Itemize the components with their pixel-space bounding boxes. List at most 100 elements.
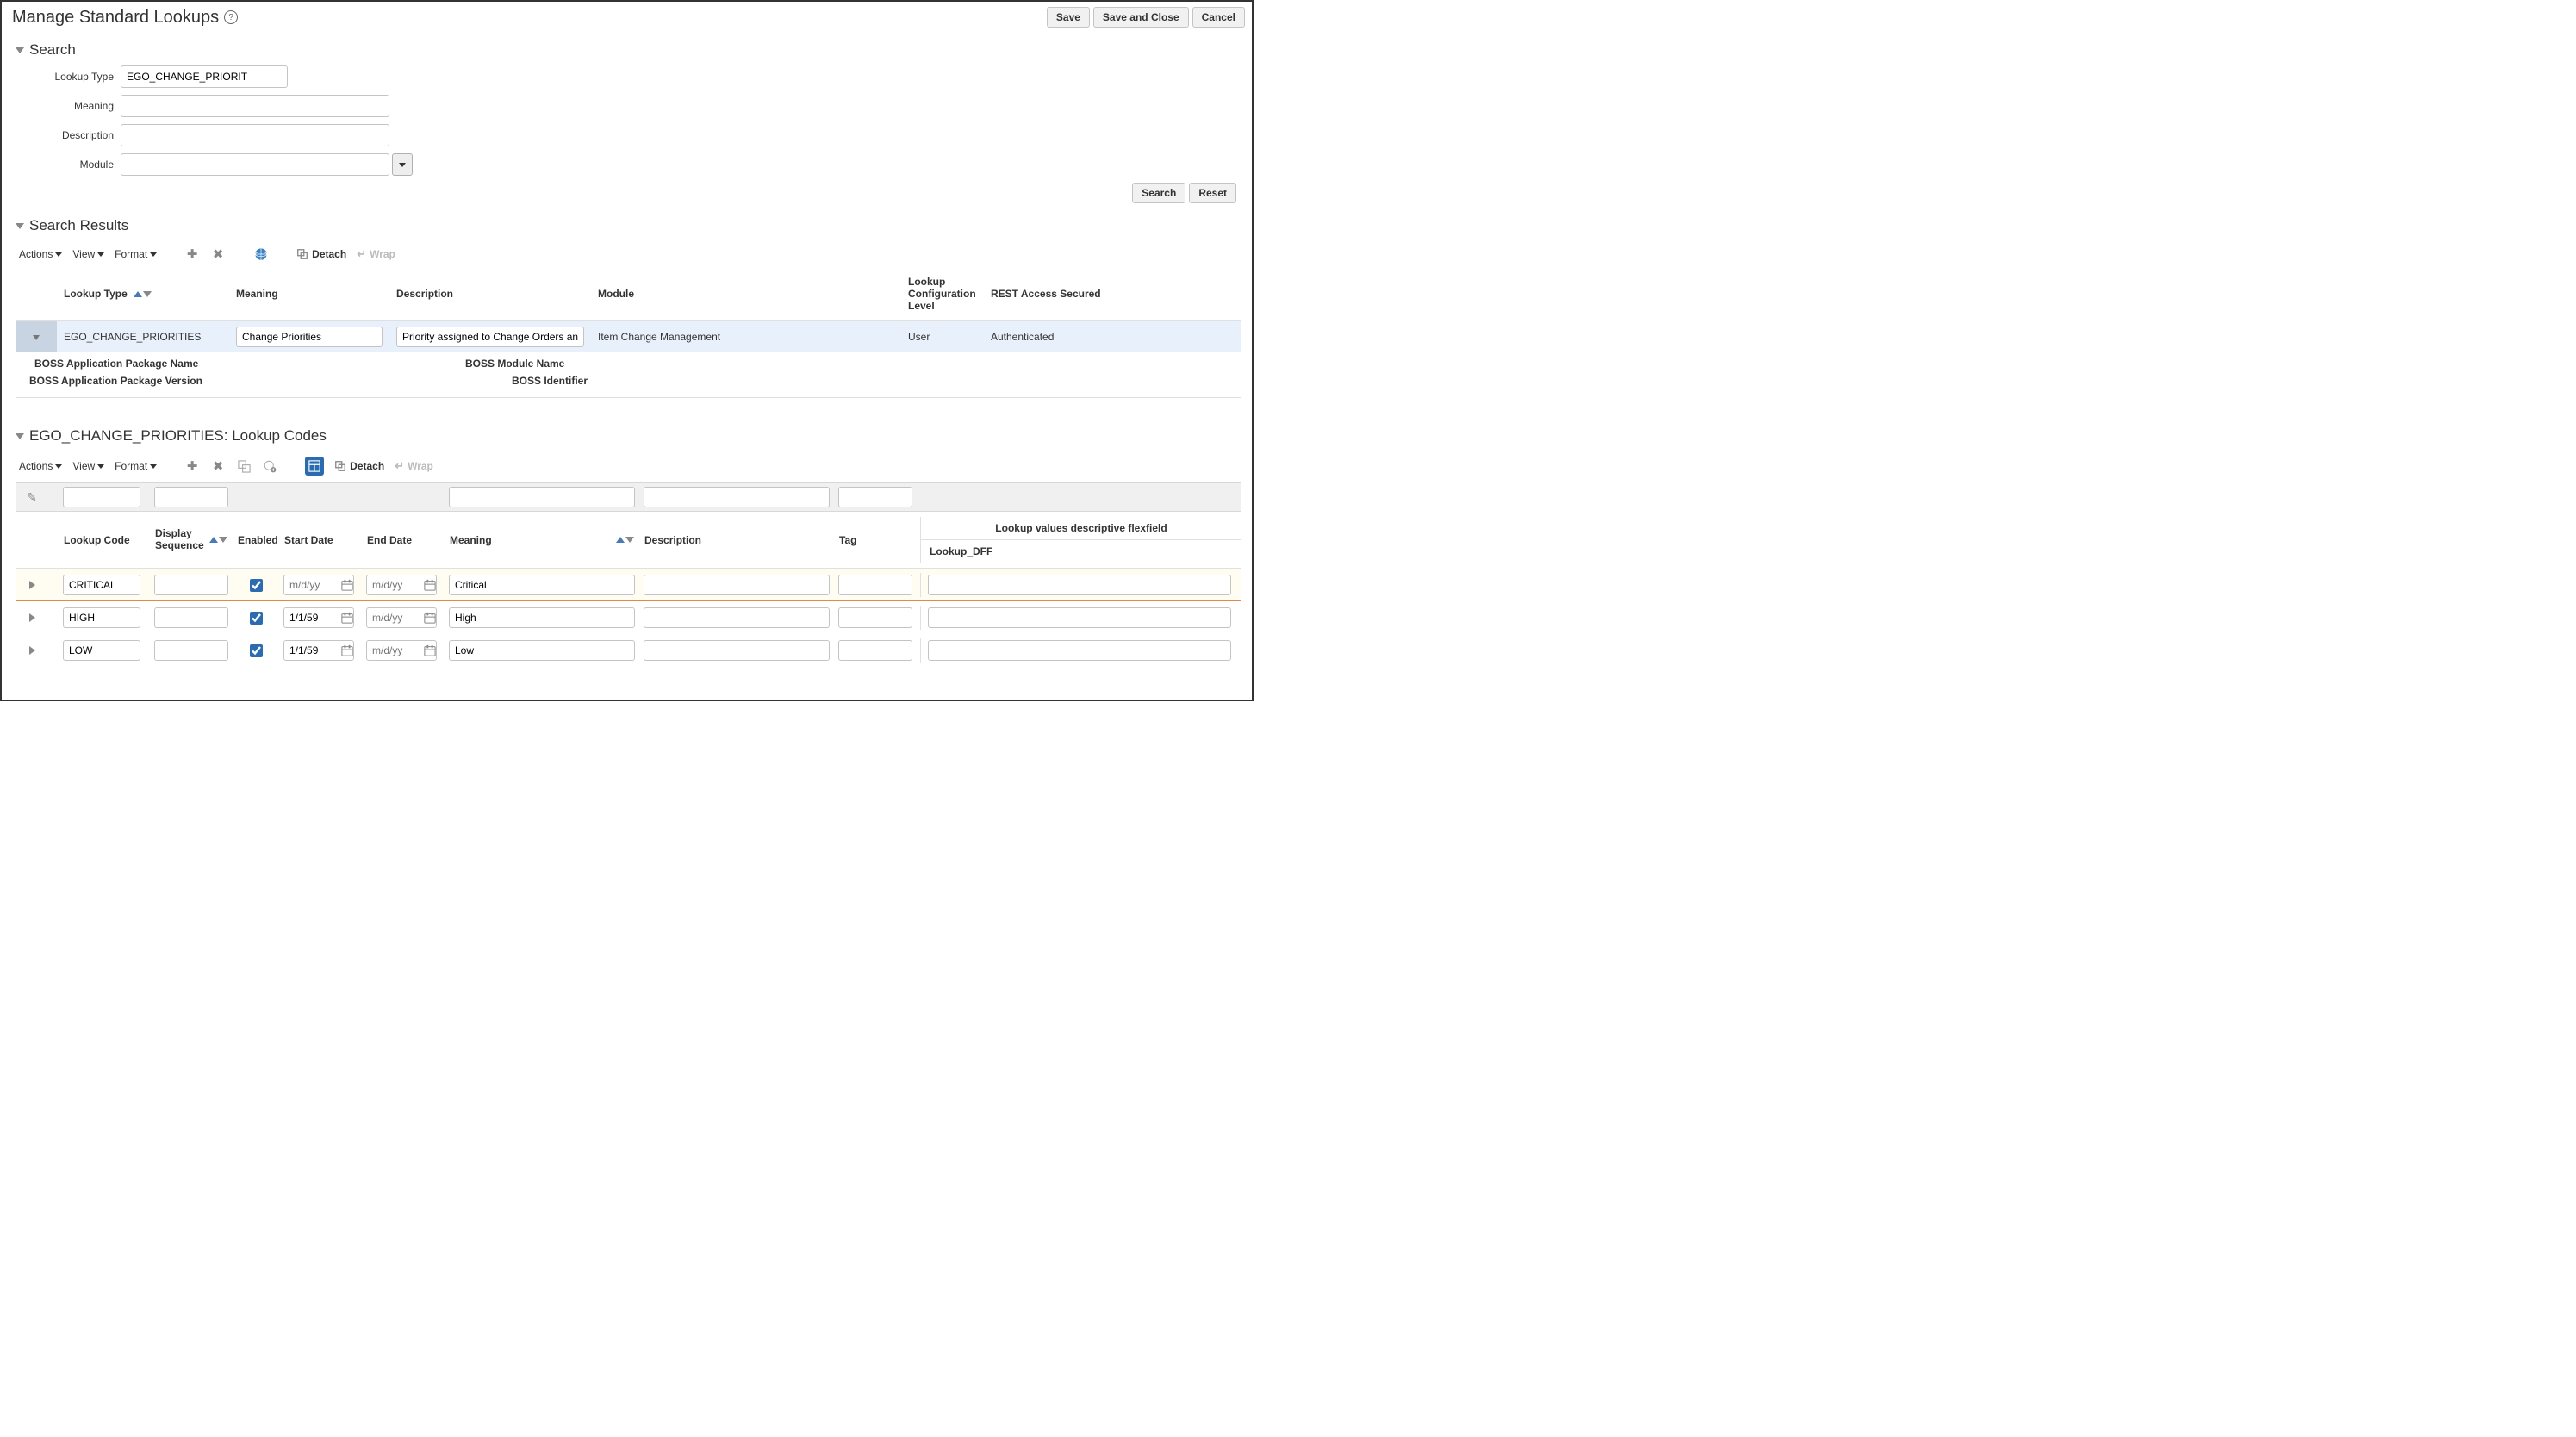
cell-description-input[interactable] [396, 327, 584, 347]
view-menu[interactable]: View [72, 460, 104, 472]
dff-input[interactable] [928, 575, 1231, 595]
help-icon[interactable]: ? [224, 10, 238, 24]
sort-desc-icon[interactable] [219, 537, 227, 543]
display-seq-input[interactable] [154, 640, 228, 661]
search-button[interactable]: Search [1132, 183, 1185, 203]
actions-menu[interactable]: Actions [19, 460, 62, 472]
col-rest[interactable]: REST Access Secured [984, 267, 1241, 321]
sort-desc-icon[interactable] [143, 291, 152, 297]
meaning-input[interactable] [449, 575, 635, 595]
col-description[interactable]: Description [639, 531, 834, 550]
col-lookup-code[interactable]: Lookup Code [59, 531, 150, 550]
codes-row[interactable] [16, 569, 1241, 601]
enabled-checkbox[interactable] [250, 644, 263, 657]
results-section-header[interactable]: Search Results [16, 217, 1241, 234]
module-input[interactable] [121, 153, 389, 176]
caret-down-icon [150, 464, 157, 469]
wrap-button: ↵ Wrap [395, 459, 433, 473]
detach-button[interactable]: Detach [296, 248, 346, 260]
cancel-button[interactable]: Cancel [1192, 7, 1245, 28]
pencil-icon[interactable]: ✎ [16, 490, 48, 505]
col-enabled[interactable]: Enabled [233, 531, 279, 550]
lookup-type-input[interactable] [121, 65, 288, 88]
calendar-icon[interactable] [423, 611, 437, 625]
qbe-description[interactable] [644, 487, 830, 507]
dff-input[interactable] [928, 640, 1231, 661]
module-label: Module [36, 159, 114, 171]
duplicate-icon[interactable] [236, 458, 252, 474]
sort-desc-icon[interactable] [625, 537, 634, 543]
codes-section-header[interactable]: EGO_CHANGE_PRIORITIES: Lookup Codes [16, 427, 1241, 445]
delete-icon[interactable]: ✖ [210, 458, 226, 474]
description-input[interactable] [644, 640, 830, 661]
save-and-close-button[interactable]: Save and Close [1093, 7, 1189, 28]
add-icon[interactable]: ✚ [184, 458, 200, 474]
col-display-seq[interactable]: Display Sequence [155, 528, 204, 551]
sort-asc-icon[interactable] [616, 537, 625, 543]
sort-asc-icon[interactable] [134, 291, 142, 297]
expand-row-icon[interactable] [29, 581, 35, 589]
tag-input[interactable] [838, 640, 912, 661]
search-section-header[interactable]: Search [16, 41, 1241, 59]
enabled-checkbox[interactable] [250, 579, 263, 592]
description-input[interactable] [644, 575, 830, 595]
codes-row[interactable] [16, 601, 1241, 634]
display-seq-input[interactable] [154, 607, 228, 628]
save-button[interactable]: Save [1047, 7, 1090, 28]
cell-meaning-input[interactable] [236, 327, 383, 347]
tag-input[interactable] [838, 575, 912, 595]
lookup-code-input[interactable] [63, 607, 140, 628]
col-end-date[interactable]: End Date [362, 531, 445, 550]
globe-icon[interactable] [253, 246, 269, 262]
codes-row[interactable] [16, 634, 1241, 667]
lookup-code-input[interactable] [63, 575, 140, 595]
detach-button[interactable]: Detach [334, 460, 384, 472]
description-input[interactable] [121, 124, 389, 146]
col-meaning[interactable]: Meaning [229, 267, 389, 321]
calendar-icon[interactable] [340, 644, 354, 657]
calendar-icon[interactable] [423, 578, 437, 592]
lookup-code-input[interactable] [63, 640, 140, 661]
qbe-tag[interactable] [838, 487, 912, 507]
calendar-icon[interactable] [423, 644, 437, 657]
delete-icon[interactable]: ✖ [210, 246, 226, 262]
tag-input[interactable] [838, 607, 912, 628]
reset-button[interactable]: Reset [1189, 183, 1236, 203]
format-menu[interactable]: Format [115, 248, 157, 260]
meaning-input[interactable] [121, 95, 389, 117]
results-row[interactable]: EGO_CHANGE_PRIORITIES Item Change Manage… [16, 321, 1241, 353]
expand-row-icon[interactable] [29, 613, 35, 622]
qbe-toggle-icon[interactable] [305, 457, 324, 476]
col-lookup-type[interactable]: Lookup Type [64, 288, 128, 300]
qbe-row: ✎ [16, 482, 1241, 512]
col-start-date[interactable]: Start Date [279, 531, 362, 550]
expand-row-icon[interactable] [33, 335, 40, 340]
col-dff-group[interactable]: Lookup values descriptive flexfield [921, 517, 1241, 540]
description-input[interactable] [644, 607, 830, 628]
format-menu[interactable]: Format [115, 460, 157, 472]
col-tag[interactable]: Tag [834, 531, 920, 550]
qbe-display-seq[interactable] [154, 487, 228, 507]
actions-menu[interactable]: Actions [19, 248, 62, 260]
qbe-meaning[interactable] [449, 487, 635, 507]
expand-row-icon[interactable] [29, 646, 35, 655]
add-icon[interactable]: ✚ [184, 246, 200, 262]
calendar-icon[interactable] [340, 578, 354, 592]
col-config-level[interactable]: Lookup Configuration Level [901, 267, 984, 321]
col-meaning[interactable]: Meaning [450, 534, 492, 546]
meaning-input[interactable] [449, 607, 635, 628]
cell-config-level: User [901, 321, 984, 353]
qbe-lookup-code[interactable] [63, 487, 140, 507]
calendar-icon[interactable] [340, 611, 354, 625]
col-dff[interactable]: Lookup_DFF [921, 540, 1241, 563]
dff-input[interactable] [928, 607, 1231, 628]
col-module[interactable]: Module [591, 267, 901, 321]
meaning-input[interactable] [449, 640, 635, 661]
view-menu[interactable]: View [72, 248, 104, 260]
sort-asc-icon[interactable] [209, 537, 218, 543]
enabled-checkbox[interactable] [250, 612, 263, 625]
globe-add-icon[interactable] [262, 458, 277, 474]
col-description[interactable]: Description [389, 267, 591, 321]
display-seq-input[interactable] [154, 575, 228, 595]
module-dropdown-button[interactable] [392, 153, 413, 176]
